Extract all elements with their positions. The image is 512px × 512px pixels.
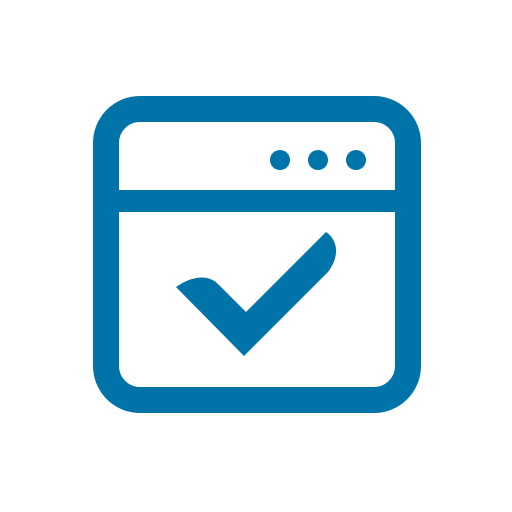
dot-icon xyxy=(346,150,366,170)
checkmark-icon xyxy=(176,232,337,356)
app-icon-canvas xyxy=(0,0,512,512)
browser-window-check-icon xyxy=(93,96,421,413)
dot-icon xyxy=(308,150,328,170)
dot-icon xyxy=(270,150,290,170)
